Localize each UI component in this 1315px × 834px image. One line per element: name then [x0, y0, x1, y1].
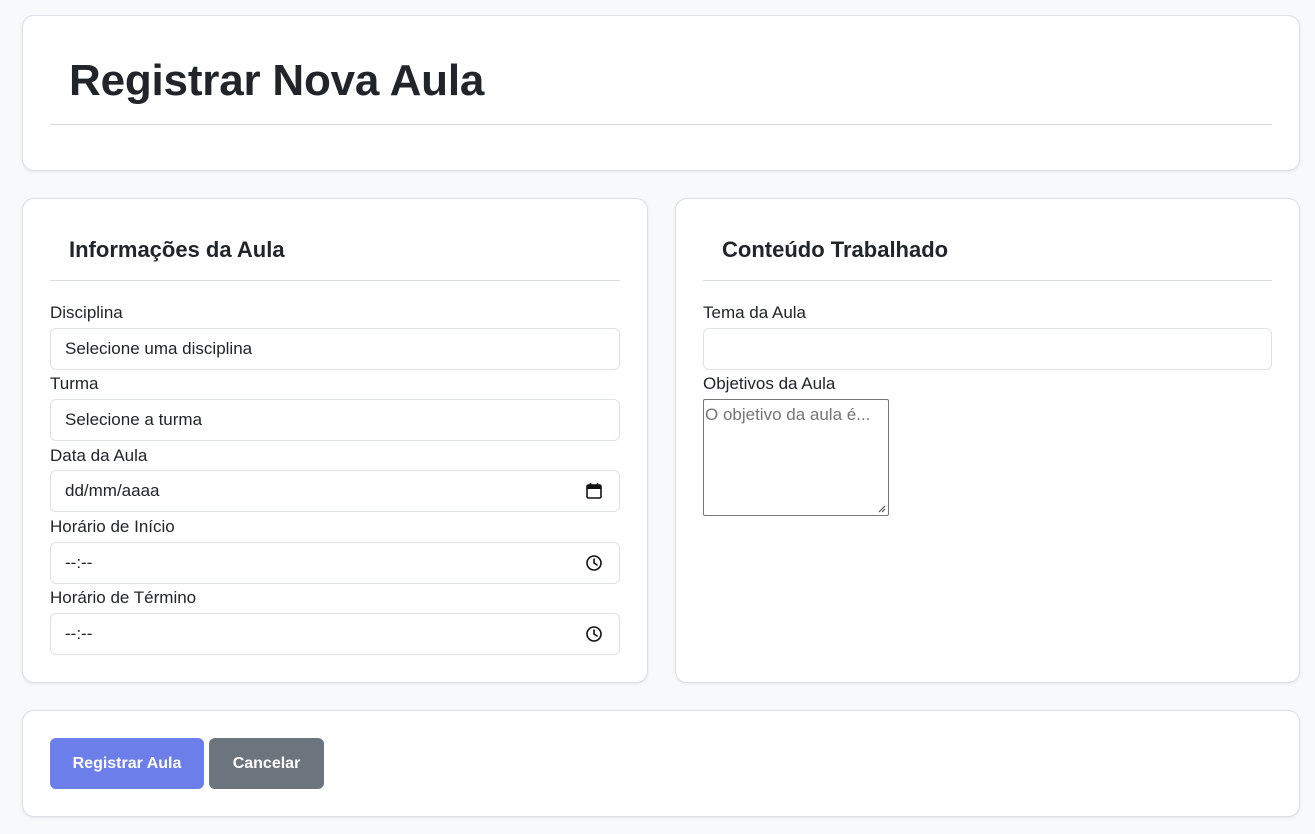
- class-select[interactable]: Selecione a turma: [50, 399, 620, 441]
- objectives-placeholder: O objetivo da aula é...: [705, 405, 871, 424]
- lesson-info-card: Informações da Aula Disciplina Selecione…: [22, 198, 648, 683]
- start-time-input-value: --:--: [65, 553, 93, 572]
- objectives-label: Objetivos da Aula: [703, 374, 836, 393]
- start-time-label: Horário de Início: [50, 517, 175, 536]
- topic-input[interactable]: [703, 328, 1272, 370]
- clock-icon[interactable]: [585, 554, 603, 572]
- end-time-input-value: --:--: [65, 624, 93, 643]
- resize-grip-icon[interactable]: [878, 505, 886, 513]
- class-select-value: Selecione a turma: [65, 410, 203, 429]
- start-time-input[interactable]: --:--: [50, 542, 620, 584]
- page-title: Registrar Nova Aula: [69, 56, 485, 105]
- cancel-button[interactable]: Cancelar: [209, 738, 324, 789]
- discipline-label: Disciplina: [50, 303, 123, 322]
- page-header-card: Registrar Nova Aula: [22, 15, 1300, 171]
- register-lesson-button[interactable]: Registrar Aula: [50, 738, 204, 789]
- date-input-value: dd/mm/aaaa: [65, 481, 160, 500]
- date-label: Data da Aula: [50, 446, 148, 465]
- topic-label: Tema da Aula: [703, 303, 807, 322]
- end-time-input[interactable]: --:--: [50, 613, 620, 655]
- discipline-select-value: Selecione uma disciplina: [65, 339, 253, 358]
- lesson-info-divider: [50, 280, 620, 281]
- class-label: Turma: [50, 374, 99, 393]
- lesson-info-heading: Informações da Aula: [69, 237, 285, 262]
- objectives-textarea[interactable]: O objetivo da aula é...: [703, 399, 889, 516]
- header-divider: [50, 124, 1272, 125]
- clock-icon[interactable]: [585, 625, 603, 643]
- form-actions-card: Registrar Aula Cancelar: [22, 710, 1300, 817]
- discipline-select[interactable]: Selecione uma disciplina: [50, 328, 620, 370]
- calendar-icon[interactable]: [585, 482, 603, 500]
- end-time-label: Horário de Término: [50, 588, 197, 607]
- date-input[interactable]: dd/mm/aaaa: [50, 470, 620, 512]
- lesson-content-card: Conteúdo Trabalhado Tema da Aula Objetiv…: [675, 198, 1300, 683]
- lesson-content-heading: Conteúdo Trabalhado: [722, 237, 949, 262]
- lesson-content-divider: [703, 280, 1272, 281]
